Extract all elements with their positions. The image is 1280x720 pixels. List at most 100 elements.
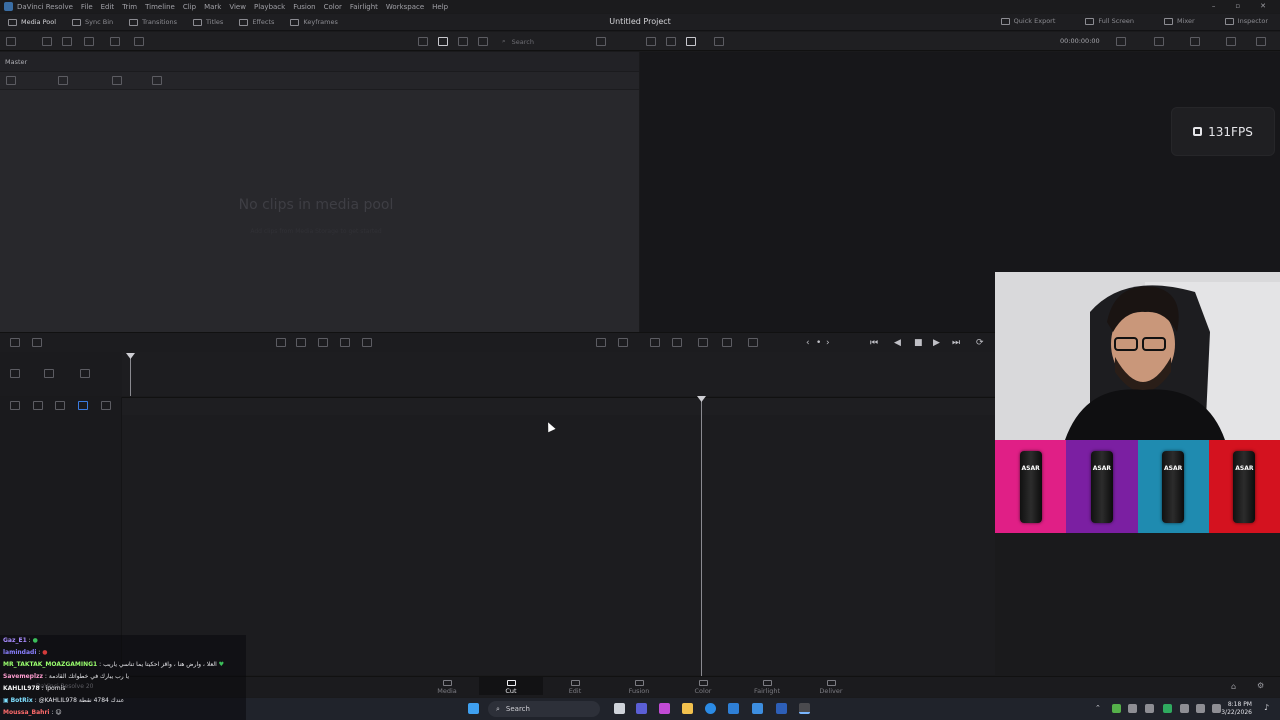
- menu-workspace[interactable]: Workspace: [386, 3, 424, 11]
- menu-color[interactable]: Color: [324, 3, 342, 11]
- safe-area-icon[interactable]: [646, 37, 656, 46]
- timeline-options-icon[interactable]: [10, 401, 20, 410]
- taskbar-clock[interactable]: 8:18 PM 3/22/2026: [1221, 701, 1252, 717]
- track-destination-icon[interactable]: [10, 369, 20, 378]
- tab-fusion[interactable]: Fusion: [607, 680, 671, 695]
- source-overwrite-icon[interactable]: [596, 338, 606, 347]
- copilot-icon[interactable]: [659, 703, 670, 714]
- timeline-view-icon[interactable]: [686, 37, 696, 46]
- close-up-icon[interactable]: [340, 338, 350, 347]
- unlink-icon[interactable]: [134, 37, 144, 46]
- scopes-icon[interactable]: [1154, 37, 1164, 46]
- inspector-button[interactable]: Inspector: [1224, 17, 1268, 25]
- search-input[interactable]: ⌕ Search: [502, 36, 590, 47]
- snap-icon[interactable]: [44, 369, 54, 378]
- detail-view-icon[interactable]: [478, 37, 488, 46]
- windows-start-icon[interactable]: [468, 703, 479, 714]
- sort-icon[interactable]: [596, 37, 606, 46]
- transition-icon[interactable]: [618, 338, 628, 347]
- mixer-button[interactable]: Mixer: [1163, 17, 1195, 25]
- timeline-ruler[interactable]: [0, 397, 995, 415]
- menu-file[interactable]: File: [81, 3, 93, 11]
- link-icon[interactable]: [110, 37, 120, 46]
- go-to-start-icon[interactable]: ⏮: [870, 338, 878, 348]
- smart-insert-icon[interactable]: [276, 338, 286, 347]
- store-icon[interactable]: [752, 703, 763, 714]
- close-icon[interactable]: ✕: [1260, 2, 1266, 10]
- transform-icon[interactable]: [1190, 37, 1200, 46]
- split-icon[interactable]: [698, 338, 708, 347]
- menu-mark[interactable]: Mark: [204, 3, 221, 11]
- volume-icon[interactable]: [1256, 37, 1266, 46]
- trim-editor-icon[interactable]: [748, 338, 758, 347]
- wifi-icon[interactable]: [1180, 704, 1189, 713]
- menu-edit[interactable]: Edit: [101, 3, 115, 11]
- viewer-mode-icon[interactable]: [714, 37, 724, 46]
- ripple-overwrite-icon[interactable]: [318, 338, 328, 347]
- metadata-icon[interactable]: [152, 76, 162, 85]
- battery-icon[interactable]: [1212, 704, 1221, 713]
- smart-bin-icon[interactable]: [84, 37, 94, 46]
- menu-view[interactable]: View: [229, 3, 246, 11]
- quick-export-button[interactable]: Quick Export: [1000, 17, 1055, 25]
- dynamic-trim-icon[interactable]: [722, 338, 732, 347]
- tab-cut[interactable]: Cut: [479, 677, 543, 695]
- link-media-icon[interactable]: [112, 76, 122, 85]
- list-view-icon[interactable]: [418, 37, 428, 46]
- bin-name[interactable]: Master: [5, 58, 27, 66]
- volume-tray-icon[interactable]: [1196, 704, 1205, 713]
- play-icon[interactable]: ▶: [933, 338, 940, 348]
- home-icon[interactable]: ⌂: [1231, 682, 1236, 691]
- outlook-icon[interactable]: [728, 703, 739, 714]
- file-explorer-icon[interactable]: [682, 703, 693, 714]
- loop-icon[interactable]: ⟳: [976, 338, 984, 348]
- tray-app-icon[interactable]: [1163, 704, 1172, 713]
- source-clip-icon[interactable]: [666, 37, 676, 46]
- eye-icon[interactable]: [101, 401, 111, 410]
- trim-icon[interactable]: [10, 338, 20, 347]
- next-edit-icon[interactable]: ›: [826, 338, 830, 348]
- tab-media[interactable]: Media: [415, 680, 479, 695]
- color-picker-icon[interactable]: [1226, 37, 1236, 46]
- mail-icon[interactable]: [776, 703, 787, 714]
- audio-scrub-icon[interactable]: [80, 369, 90, 378]
- menu-help[interactable]: Help: [432, 3, 448, 11]
- prev-edit-icon[interactable]: ‹: [806, 338, 810, 348]
- teams-icon[interactable]: [636, 703, 647, 714]
- settings-gear-icon[interactable]: ⚙: [1257, 681, 1264, 690]
- go-to-end-icon[interactable]: ⏭: [952, 338, 960, 348]
- tab-deliver[interactable]: Deliver: [799, 680, 863, 695]
- full-screen-button[interactable]: Full Screen: [1085, 17, 1134, 25]
- append-icon[interactable]: [296, 338, 306, 347]
- tab-edit[interactable]: Edit: [543, 680, 607, 695]
- tray-overflow-icon[interactable]: ⌃: [1095, 704, 1101, 712]
- maximize-icon[interactable]: ▫: [1235, 2, 1240, 10]
- zoom-icon[interactable]: [32, 338, 42, 347]
- tray-app-icon[interactable]: [1145, 704, 1154, 713]
- tools-icon[interactable]: [650, 338, 660, 347]
- taskbar-search[interactable]: ⌕ Search: [488, 701, 600, 717]
- tray-app-icon[interactable]: [1112, 704, 1121, 713]
- grid-view-icon[interactable]: [438, 37, 448, 46]
- audio-icon[interactable]: [672, 338, 682, 347]
- import-icon[interactable]: [6, 76, 16, 85]
- filmstrip-view-icon[interactable]: [458, 37, 468, 46]
- upper-timeline[interactable]: [0, 352, 995, 396]
- tray-app-icon[interactable]: [1128, 704, 1137, 713]
- viewer-layout-icon[interactable]: [1116, 37, 1126, 46]
- notification-bell-icon[interactable]: ♪: [1264, 703, 1269, 712]
- tab-color[interactable]: Color: [671, 680, 735, 695]
- minimize-icon[interactable]: –: [1212, 2, 1216, 10]
- stop-icon[interactable]: ■: [914, 338, 923, 348]
- play-reverse-icon[interactable]: ◀: [894, 338, 901, 348]
- menu-playback[interactable]: Playback: [254, 3, 285, 11]
- folder-icon[interactable]: [58, 76, 68, 85]
- tab-fairlight[interactable]: Fairlight: [735, 680, 799, 695]
- track-lock-icon[interactable]: [33, 401, 43, 410]
- edge-icon[interactable]: [705, 703, 716, 714]
- task-view-icon[interactable]: [614, 703, 625, 714]
- bin-icon[interactable]: [62, 37, 72, 46]
- davinci-taskbar-icon[interactable]: [799, 703, 810, 714]
- menu-fairlight[interactable]: Fairlight: [350, 3, 378, 11]
- menu-timeline[interactable]: Timeline: [145, 3, 175, 11]
